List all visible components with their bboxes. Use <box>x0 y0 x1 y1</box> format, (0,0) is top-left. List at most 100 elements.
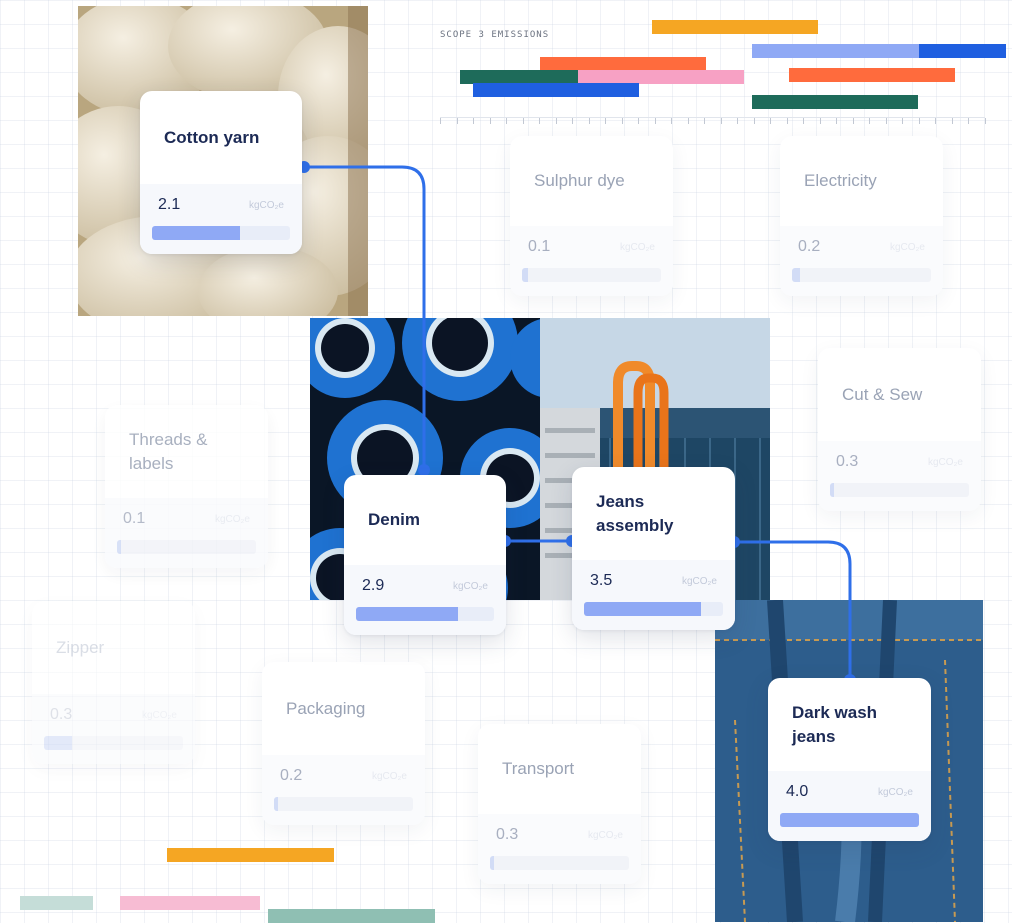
node-title: Zipper <box>56 637 105 657</box>
node-card-sulphur-dye[interactable]: Sulphur dye 0.1 kgCO₂e <box>510 136 673 296</box>
emissions-axis-tick <box>786 118 788 124</box>
node-title: Denim <box>368 510 420 529</box>
emissions-axis <box>440 117 986 126</box>
emissions-bar <box>540 57 706 71</box>
emissions-axis-tick <box>836 118 837 124</box>
emissions-axis-tick <box>539 118 540 124</box>
node-unit: kgCO₂e <box>889 242 925 253</box>
node-card-jeans-assembly[interactable]: Jeans assembly 3.5 kgCO₂e <box>572 467 735 630</box>
emissions-axis-tick <box>902 118 903 124</box>
node-progress-track <box>117 540 256 554</box>
emissions-axis-tick <box>654 118 656 124</box>
node-card-cut-sew[interactable]: Cut & Sew 0.3 kgCO₂e <box>818 348 981 511</box>
node-progress-track <box>274 797 413 811</box>
node-value: 4.0 <box>786 783 809 800</box>
node-progress-track <box>780 813 919 827</box>
node-progress-fill <box>490 856 495 870</box>
node-card-zipper[interactable]: Zipper 0.3 kgCO₂e <box>32 601 195 764</box>
node-progress-track <box>152 226 290 240</box>
emissions-axis-tick <box>737 118 738 124</box>
emissions-bar <box>578 70 744 84</box>
node-title: Transport <box>502 759 575 778</box>
node-value: 3.5 <box>590 572 613 589</box>
node-card-denim[interactable]: Denim 2.9 kgCO₂e <box>344 475 506 635</box>
emissions-axis-tick <box>456 118 458 124</box>
node-unit: kgCO₂e <box>587 830 623 841</box>
node-title: Dark wash jeans <box>792 702 878 746</box>
emissions-axis-tick <box>935 118 936 124</box>
node-unit: kgCO₂e <box>214 514 250 525</box>
emissions-axis-tick <box>489 118 491 124</box>
node-value: 0.3 <box>50 706 73 723</box>
emissions-axis-tick <box>885 118 887 124</box>
emissions-bar <box>789 68 955 82</box>
node-progress-track <box>522 268 661 282</box>
emissions-axis-tick <box>951 118 953 124</box>
node-progress-fill <box>274 797 279 811</box>
node-value: 0.3 <box>496 826 519 843</box>
emissions-axis-tick <box>555 118 557 124</box>
emissions-axis-tick <box>506 118 507 124</box>
node-title: Electricity <box>804 171 877 190</box>
node-progress-fill <box>792 268 801 282</box>
emissions-bar <box>473 83 639 97</box>
node-unit: kgCO₂e <box>371 771 407 782</box>
emissions-axis-tick <box>704 118 705 124</box>
emissions-axis-tick <box>852 118 854 124</box>
node-card-threads-labels[interactable]: Threads & labels 0.1 kgCO₂e <box>105 405 268 568</box>
node-card-electricity[interactable]: Electricity 0.2 kgCO₂e <box>780 136 943 296</box>
decor-bar <box>120 896 260 910</box>
node-title: Threads & labels <box>129 429 208 473</box>
node-value: 2.1 <box>158 196 181 213</box>
emissions-axis-tick <box>621 118 623 124</box>
emissions-axis-tick <box>572 118 573 124</box>
emissions-bar <box>752 95 918 109</box>
node-progress-track <box>830 483 969 497</box>
emissions-axis-tick <box>671 118 672 124</box>
node-unit: kgCO₂e <box>927 457 963 468</box>
node-unit: kgCO₂e <box>248 200 284 211</box>
node-value: 0.1 <box>123 510 146 527</box>
emissions-axis-tick <box>687 118 689 124</box>
node-title: Sulphur dye <box>534 171 625 190</box>
node-value: 2.9 <box>362 577 385 594</box>
node-title: Jeans assembly <box>596 491 674 535</box>
node-progress-track <box>356 607 494 621</box>
emissions-axis-tick <box>803 118 804 124</box>
node-progress-fill <box>152 226 241 240</box>
node-card-transport[interactable]: Transport 0.3 kgCO₂e <box>478 724 641 884</box>
emissions-axis-tick <box>869 118 870 124</box>
node-progress-fill <box>830 483 835 497</box>
node-card-packaging[interactable]: Packaging 0.2 kgCO₂e <box>262 662 425 825</box>
node-unit: kgCO₂e <box>877 787 913 798</box>
decor-bar <box>167 848 334 862</box>
node-value: 0.2 <box>798 238 821 255</box>
emissions-axis-tick <box>605 118 606 124</box>
emissions-axis-tick <box>819 118 821 124</box>
node-progress-fill <box>780 813 919 827</box>
node-progress-fill <box>117 540 122 554</box>
node-value: 0.1 <box>528 238 551 255</box>
decor-bar <box>20 896 93 910</box>
node-progress-fill <box>356 607 459 621</box>
emissions-axis-tick <box>984 118 986 124</box>
emissions-axis-tick <box>473 118 474 124</box>
node-unit: kgCO₂e <box>681 576 717 587</box>
node-card-cotton-yarn[interactable]: Cotton yarn 2.1 kgCO₂e <box>140 91 302 254</box>
node-unit: kgCO₂e <box>141 710 177 721</box>
emissions-bar <box>919 44 1006 58</box>
emissions-axis-tick <box>720 118 722 124</box>
decor-bar <box>268 909 435 923</box>
node-value: 0.2 <box>280 767 303 784</box>
emissions-title: SCOPE 3 EMISSIONS <box>440 30 550 40</box>
node-progress-fill <box>522 268 528 282</box>
node-card-dark-wash-jeans[interactable]: Dark wash jeans 4.0 kgCO₂e <box>768 678 931 841</box>
emissions-axis-tick <box>770 118 771 124</box>
emissions-axis-tick <box>522 118 524 124</box>
emissions-bar <box>752 44 919 58</box>
node-unit: kgCO₂e <box>619 242 655 253</box>
node-progress-fill <box>44 736 72 750</box>
emissions-axis-tick <box>440 118 441 124</box>
emissions-axis-tick <box>968 118 969 124</box>
emissions-axis-tick <box>588 118 590 124</box>
